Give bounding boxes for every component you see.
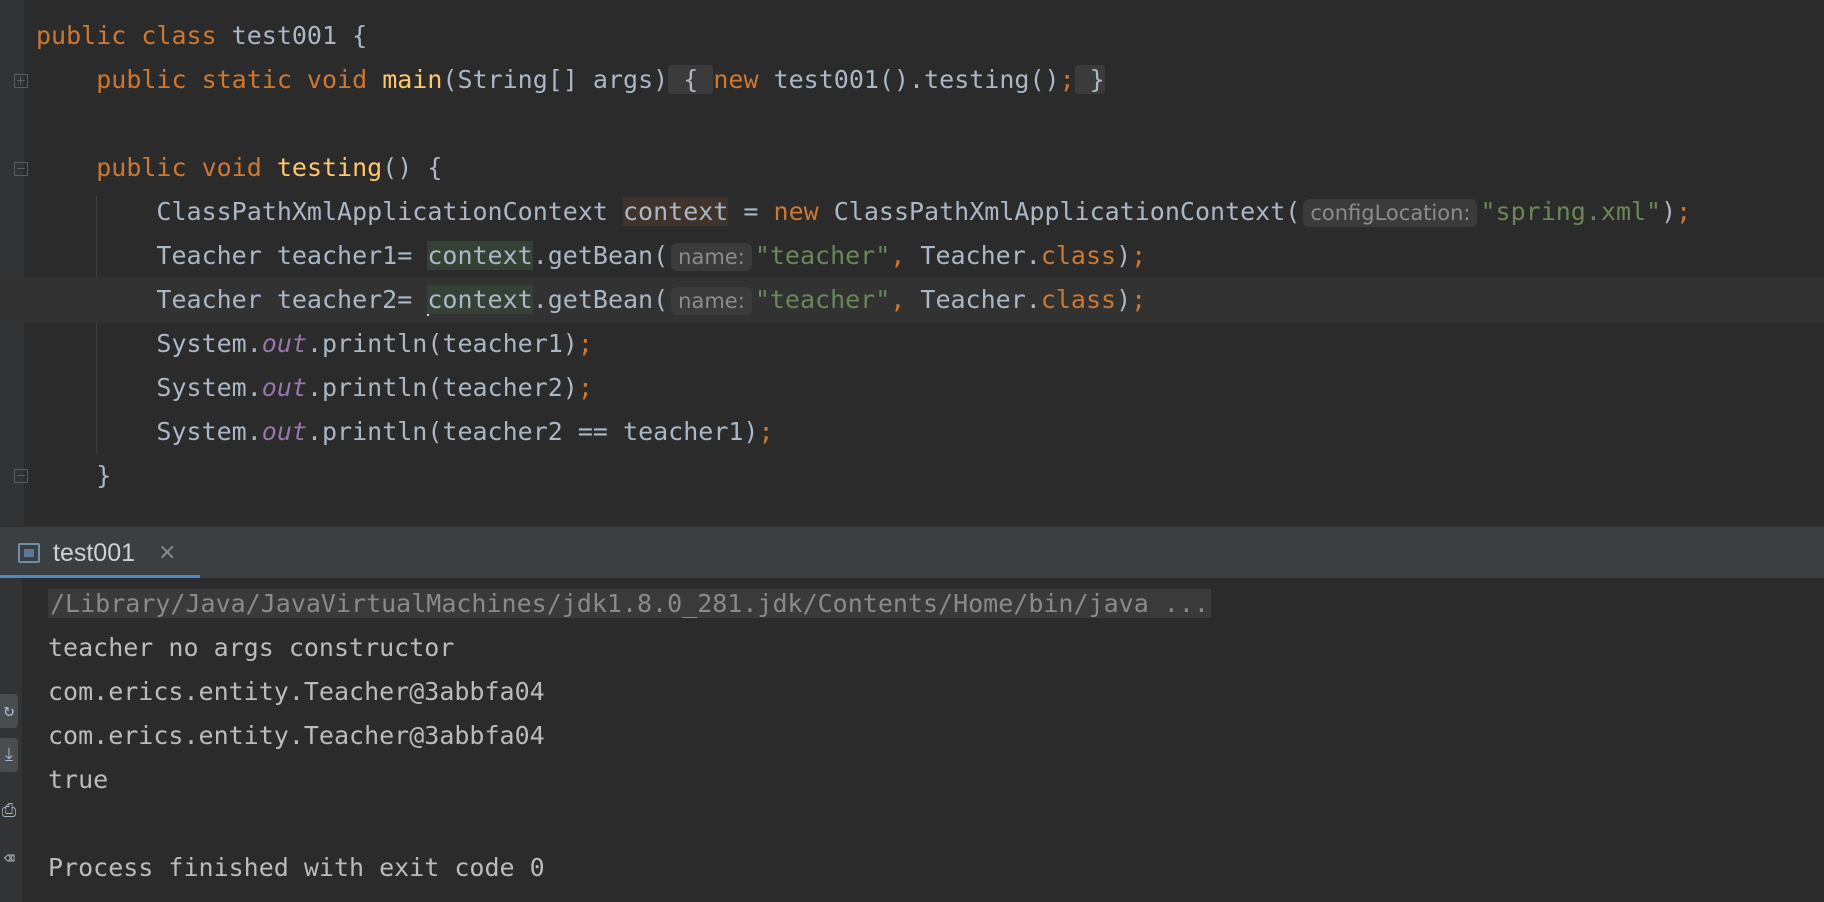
console-command-line: /Library/Java/JavaVirtualMachines/jdk1.8… xyxy=(48,582,1211,626)
code-token: context xyxy=(427,241,533,270)
code-token: "teacher" xyxy=(754,241,891,270)
code-text: ClassPathXmlApplicationContext context =… xyxy=(36,190,1691,234)
run-tool-window-header: test001 × xyxy=(0,526,1824,579)
code-text: public void testing() { xyxy=(36,146,442,190)
code-token: new xyxy=(713,65,774,94)
code-token: = xyxy=(728,197,774,226)
code-line[interactable]: public static void main(String[] args) {… xyxy=(0,58,1824,102)
run-tab[interactable]: test001 × xyxy=(0,527,200,579)
console-output-line: Process finished with exit code 0 xyxy=(48,853,545,882)
parameter-hint: configLocation: xyxy=(1303,199,1478,227)
code-token: out xyxy=(261,329,307,358)
code-token: Teacher teacher2= xyxy=(36,285,428,314)
code-text: public class test001 { xyxy=(36,14,367,58)
code-token: ; xyxy=(1059,65,1075,94)
code-token: .println(teacher2) xyxy=(306,373,578,402)
code-line[interactable] xyxy=(0,102,1824,146)
code-line[interactable]: System.out.println(teacher1); xyxy=(0,322,1824,366)
print-icon[interactable]: ⎙ xyxy=(0,794,18,828)
code-token: System. xyxy=(36,417,262,446)
code-token: ) xyxy=(1116,241,1132,270)
code-token: testing xyxy=(276,153,383,182)
code-token: System. xyxy=(36,373,262,402)
code-token: ; xyxy=(577,373,593,402)
code-token: context xyxy=(427,285,533,314)
code-token: public static void xyxy=(96,65,383,94)
code-text: Teacher teacher1= context.getBean(name: "… xyxy=(36,234,1146,278)
console-output-line: com.erics.entity.Teacher@3abbfa04 xyxy=(48,677,545,706)
code-text: public static void main(String[] args) {… xyxy=(36,58,1105,102)
code-token: main xyxy=(382,65,443,94)
code-line[interactable]: } xyxy=(0,454,1824,498)
run-tab-label: test001 xyxy=(53,539,136,567)
code-token: class xyxy=(1040,285,1117,314)
console-window-icon xyxy=(18,543,40,563)
code-editor[interactable]: public class test001 { public static voi… xyxy=(0,0,1824,526)
code-token: .println(teacher1) xyxy=(306,329,578,358)
code-text: Teacher teacher2= context.getBean(name: "… xyxy=(36,278,1146,322)
code-token: new xyxy=(773,197,834,226)
close-tab-icon[interactable]: × xyxy=(158,527,176,579)
code-token: ClassPathXmlApplicationContext xyxy=(36,197,623,226)
code-token: } xyxy=(36,461,112,490)
code-line[interactable]: Teacher teacher1= context.getBean(name: "… xyxy=(0,234,1824,278)
console-toolbar: ↻ ⤓ ⎙ ⌫ xyxy=(0,578,22,902)
rerun-icon[interactable]: ↻ xyxy=(0,694,18,728)
code-token: .getBean( xyxy=(532,285,669,314)
code-token: ; xyxy=(577,329,593,358)
code-token: .println(teacher2 == teacher1) xyxy=(306,417,759,446)
code-token: "teacher" xyxy=(754,285,891,314)
code-token: Teacher. xyxy=(920,241,1041,270)
code-line[interactable]: System.out.println(teacher2 == teacher1)… xyxy=(0,410,1824,454)
code-token: ; xyxy=(1676,197,1692,226)
code-token: (String[] args) xyxy=(442,65,669,94)
code-token: () { xyxy=(382,153,443,182)
scroll-to-end-icon[interactable]: ⤓ xyxy=(0,738,18,772)
parameter-hint: name: xyxy=(671,243,752,271)
code-line[interactable]: public void testing() { xyxy=(0,146,1824,190)
code-token: ClassPathXmlApplicationContext( xyxy=(833,197,1301,226)
run-console[interactable]: ↻ ⤓ ⎙ ⌫ /Library/Java/JavaVirtualMachine… xyxy=(0,578,1824,902)
code-token: } xyxy=(1074,65,1105,94)
code-token: test001 { xyxy=(231,21,368,50)
code-token: ; xyxy=(1131,285,1147,314)
code-token: ) xyxy=(1116,285,1132,314)
code-line[interactable]: ClassPathXmlApplicationContext context =… xyxy=(0,190,1824,234)
code-text: System.out.println(teacher2); xyxy=(36,366,593,410)
code-token: ; xyxy=(1131,241,1147,270)
code-token: .getBean( xyxy=(532,241,669,270)
code-token: Teacher. xyxy=(920,285,1041,314)
console-output-line: com.erics.entity.Teacher@3abbfa04 xyxy=(48,721,545,750)
code-token: context xyxy=(623,197,729,226)
parameter-hint: name: xyxy=(671,287,752,315)
code-line-current[interactable]: Teacher teacher2= context.getBean(name: "… xyxy=(0,278,1824,322)
code-text: System.out.println(teacher1); xyxy=(36,322,593,366)
code-token: , xyxy=(890,285,921,314)
code-token: public class xyxy=(36,21,232,50)
code-token: out xyxy=(261,373,307,402)
code-line[interactable]: System.out.println(teacher2); xyxy=(0,366,1824,410)
code-text: } xyxy=(36,454,111,498)
code-token: System. xyxy=(36,329,262,358)
code-token: Teacher teacher1= xyxy=(36,241,428,270)
code-token: public void xyxy=(96,153,277,182)
code-token: { xyxy=(668,65,714,94)
code-text: System.out.println(teacher2 == teacher1)… xyxy=(36,410,774,454)
console-output-line: true xyxy=(48,765,109,794)
code-token: out xyxy=(261,417,307,446)
code-line[interactable]: public class test001 { xyxy=(0,14,1824,58)
code-token: "spring.xml" xyxy=(1480,197,1662,226)
delete-icon[interactable]: ⌫ xyxy=(0,842,18,876)
console-output-line: teacher no args constructor xyxy=(48,633,455,662)
code-token: , xyxy=(890,241,921,270)
code-token: test001().testing() xyxy=(773,65,1060,94)
code-token: class xyxy=(1040,241,1117,270)
code-token: ) xyxy=(1661,197,1677,226)
java-command[interactable]: /Library/Java/JavaVirtualMachines/jdk1.8… xyxy=(48,589,1211,618)
code-token: ; xyxy=(758,417,774,446)
